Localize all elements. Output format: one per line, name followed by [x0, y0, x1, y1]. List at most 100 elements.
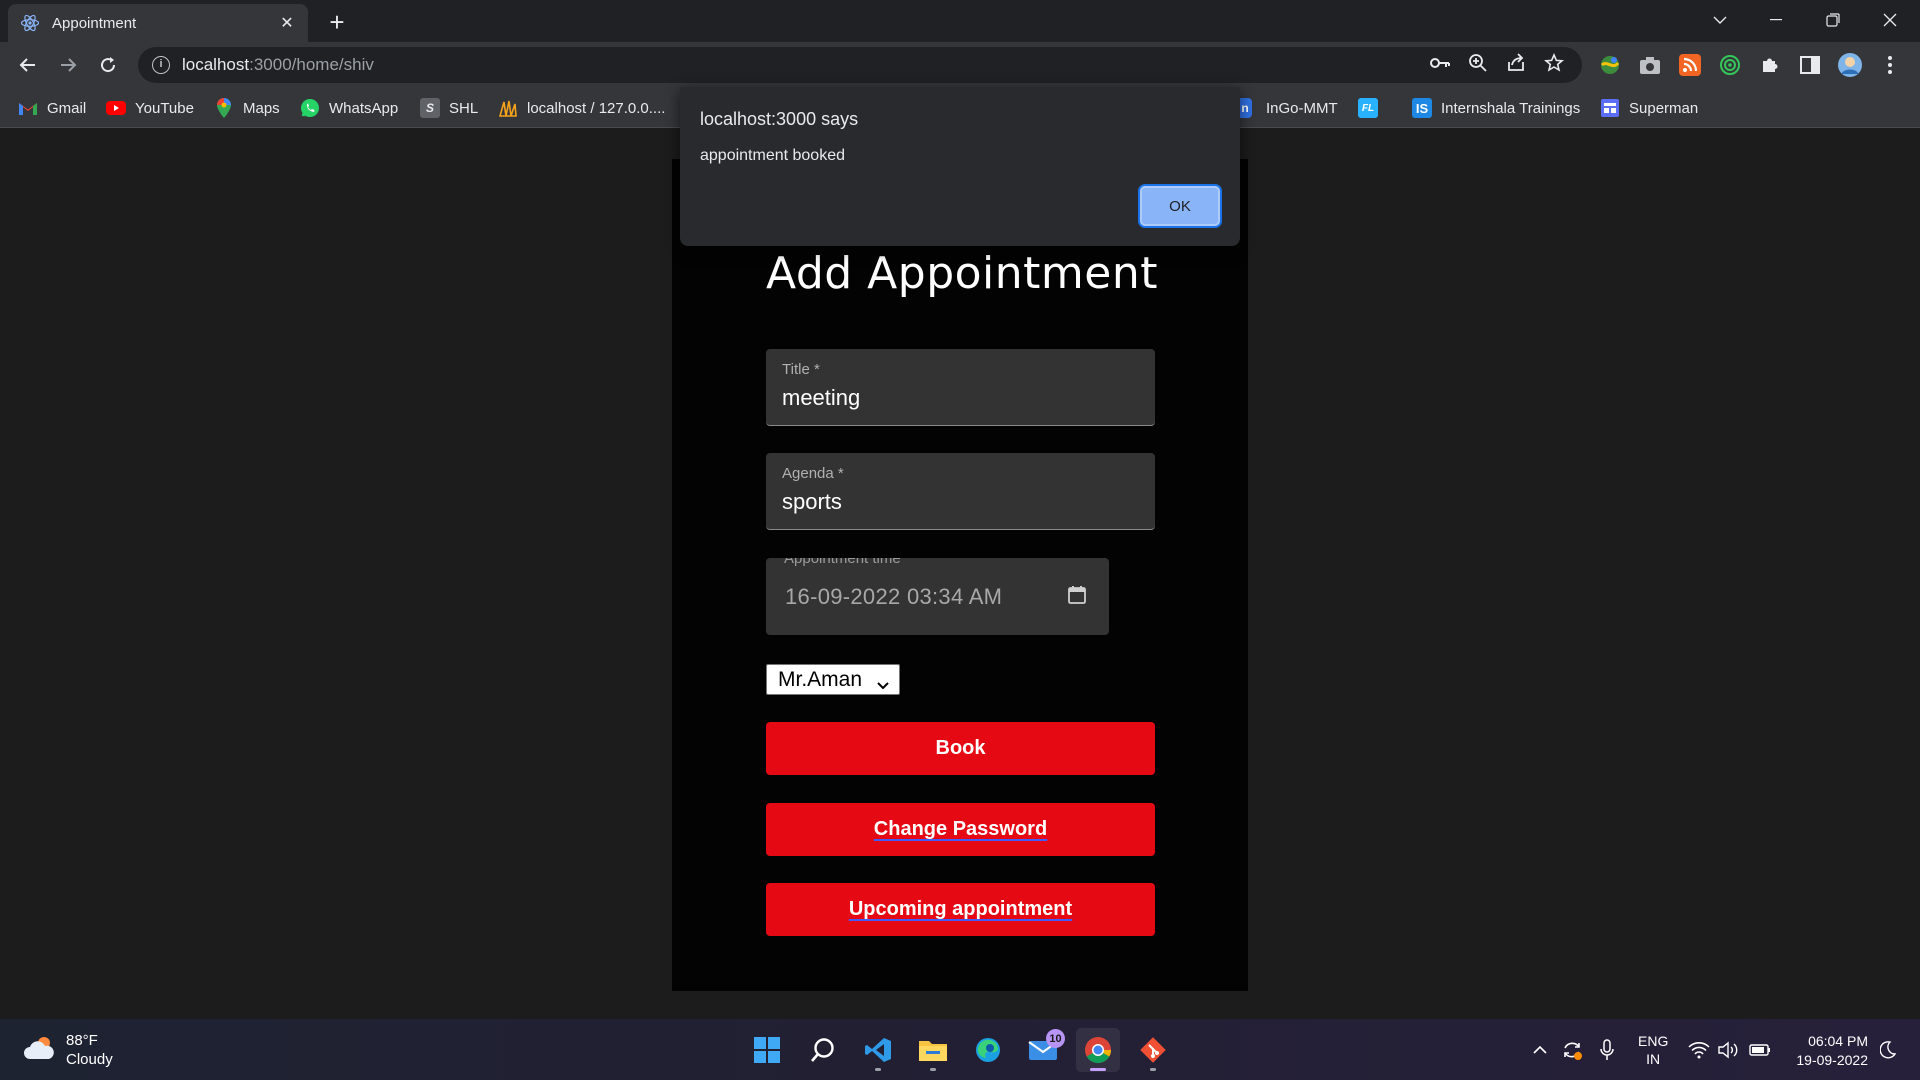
reload-button[interactable] — [92, 49, 124, 81]
weather-widget[interactable]: 88°F Cloudy — [22, 1031, 113, 1069]
tab-search-icon[interactable] — [1692, 0, 1748, 40]
new-tab-button[interactable]: + — [322, 7, 352, 37]
gmail-icon — [18, 98, 38, 118]
language-indicator[interactable]: ENG IN — [1638, 1032, 1668, 1068]
forward-button[interactable] — [52, 49, 84, 81]
doctor-select-value: Mr.Aman — [778, 667, 863, 691]
agenda-field[interactable]: Agenda * sports — [766, 453, 1155, 530]
shl-icon: S — [420, 98, 440, 118]
book-button[interactable]: Book — [766, 722, 1155, 775]
doctor-select[interactable]: Mr.Aman — [766, 664, 900, 695]
taskbar-git[interactable] — [1131, 1028, 1175, 1072]
appointment-time-input[interactable]: 16-09-2022 03:34 AM — [785, 584, 1002, 610]
bookmark-star-icon[interactable] — [1543, 52, 1565, 78]
focus-assist-moon-icon[interactable] — [1876, 1037, 1900, 1063]
dialog-title: localhost:3000 says — [700, 109, 859, 129]
appointment-time-field[interactable]: Appointment time 16-09-2022 03:34 AM — [766, 558, 1109, 635]
battery-icon[interactable] — [1746, 1037, 1774, 1063]
appointment-time-label: Appointment time — [784, 558, 901, 567]
show-hidden-icons-chevron-icon[interactable] — [1528, 1037, 1552, 1063]
chevron-down-icon — [876, 673, 890, 697]
close-tab-icon[interactable]: ✕ — [278, 13, 296, 33]
whatsapp-icon — [300, 98, 320, 118]
address-bar[interactable]: i localhost:3000/home/shiv — [138, 47, 1582, 83]
extensions-puzzle-icon[interactable] — [1756, 51, 1784, 79]
taskbar: 88°F Cloudy 10 ENG IN 06:04 PM 19-09-202… — [0, 1019, 1920, 1080]
alert-dialog: localhost:3000 says appointment booked O… — [680, 87, 1240, 246]
bookmark-maps[interactable]: Maps — [214, 96, 280, 120]
bookmark-whatsapp[interactable]: WhatsApp — [300, 96, 398, 120]
bookmark-ingo-mmt[interactable]: n InGo-MMT — [1238, 96, 1338, 120]
taskbar-edge[interactable] — [966, 1028, 1010, 1072]
bookmark-shl[interactable]: S SHL — [420, 96, 478, 120]
url-host: localhost — [182, 55, 250, 74]
share-icon[interactable] — [1506, 52, 1526, 78]
minimize-button[interactable] — [1748, 0, 1804, 40]
dialog-message: appointment booked — [700, 147, 845, 164]
taskbar-mail[interactable]: 10 — [1021, 1028, 1065, 1072]
volume-icon[interactable] — [1716, 1037, 1742, 1063]
side-panel-icon[interactable] — [1796, 51, 1824, 79]
taskbar-vscode[interactable] — [856, 1028, 900, 1072]
tab-title: Appointment — [52, 14, 137, 32]
agenda-label: Agenda * — [782, 465, 844, 482]
extension-globe-icon[interactable] — [1596, 51, 1624, 79]
windows-icon — [754, 1037, 780, 1063]
restore-button[interactable] — [1805, 0, 1861, 40]
phpmyadmin-icon — [498, 98, 518, 118]
camera-extension-icon[interactable] — [1636, 51, 1664, 79]
taskbar-chrome[interactable] — [1076, 1028, 1120, 1072]
git-icon — [1140, 1037, 1166, 1063]
page-title: Add Appointment — [766, 248, 1158, 299]
wifi-icon[interactable] — [1686, 1037, 1712, 1063]
agenda-input[interactable]: sports — [782, 489, 842, 515]
clock-date: 19-09-2022 — [1796, 1052, 1868, 1068]
search-icon — [811, 1038, 834, 1062]
edge-icon — [976, 1038, 1000, 1062]
start-button[interactable] — [745, 1028, 789, 1072]
bookmark-superman[interactable]: Superman — [1600, 96, 1698, 120]
vscode-icon — [865, 1038, 891, 1062]
calendar-icon[interactable] — [1067, 585, 1087, 610]
bookmark-fl[interactable]: FL — [1358, 96, 1387, 120]
rss-extension-icon[interactable] — [1676, 51, 1704, 79]
back-button[interactable] — [12, 49, 44, 81]
react-icon — [20, 13, 40, 33]
zoom-icon[interactable] — [1468, 53, 1488, 78]
clock-time: 06:04 PM — [1808, 1033, 1868, 1049]
sync-icon[interactable] — [1558, 1037, 1586, 1063]
url-path: :3000/home/shiv — [249, 55, 374, 74]
upcoming-appointment-button[interactable]: Upcoming appointment — [766, 883, 1155, 936]
tab-strip: Appointment ✕ + — [0, 0, 1920, 42]
change-password-button[interactable]: Change Password — [766, 803, 1155, 856]
microphone-icon[interactable] — [1596, 1037, 1618, 1063]
chrome-icon — [1085, 1037, 1112, 1064]
bookmark-youtube[interactable]: YouTube — [106, 96, 194, 120]
superman-icon — [1600, 98, 1620, 118]
bookmark-internshala[interactable]: IS Internshala Trainings — [1412, 96, 1580, 120]
reload-icon — [101, 57, 116, 73]
maps-icon — [214, 98, 234, 118]
back-arrow-icon — [19, 58, 35, 72]
menu-kebab-icon[interactable] — [1876, 51, 1904, 79]
youtube-icon — [106, 98, 126, 118]
browser-tab[interactable]: Appointment ✕ — [8, 4, 308, 42]
profile-avatar[interactable] — [1836, 51, 1864, 79]
browser-toolbar: i localhost:3000/home/shiv — [0, 42, 1920, 88]
key-icon[interactable] — [1430, 56, 1450, 75]
system-clock[interactable]: 06:04 PM 19-09-2022 — [1786, 1032, 1868, 1070]
search-button[interactable] — [801, 1028, 845, 1072]
weather-condition-text: Cloudy — [66, 1051, 113, 1068]
bookmark-phpmyadmin[interactable]: localhost / 127.0.0.... — [498, 96, 665, 120]
ok-button[interactable]: OK — [1140, 186, 1220, 226]
taskbar-file-explorer[interactable] — [911, 1028, 955, 1072]
close-window-button[interactable] — [1862, 0, 1918, 40]
ingo-icon: n — [1238, 98, 1252, 118]
target-extension-icon[interactable] — [1716, 51, 1744, 79]
title-input[interactable]: meeting — [782, 385, 860, 411]
site-info-icon[interactable]: i — [152, 56, 170, 74]
bookmark-gmail[interactable]: Gmail — [18, 96, 86, 120]
temperature-text: 88°F — [66, 1032, 98, 1049]
folder-icon — [919, 1041, 947, 1061]
title-field[interactable]: Title * meeting — [766, 349, 1155, 426]
